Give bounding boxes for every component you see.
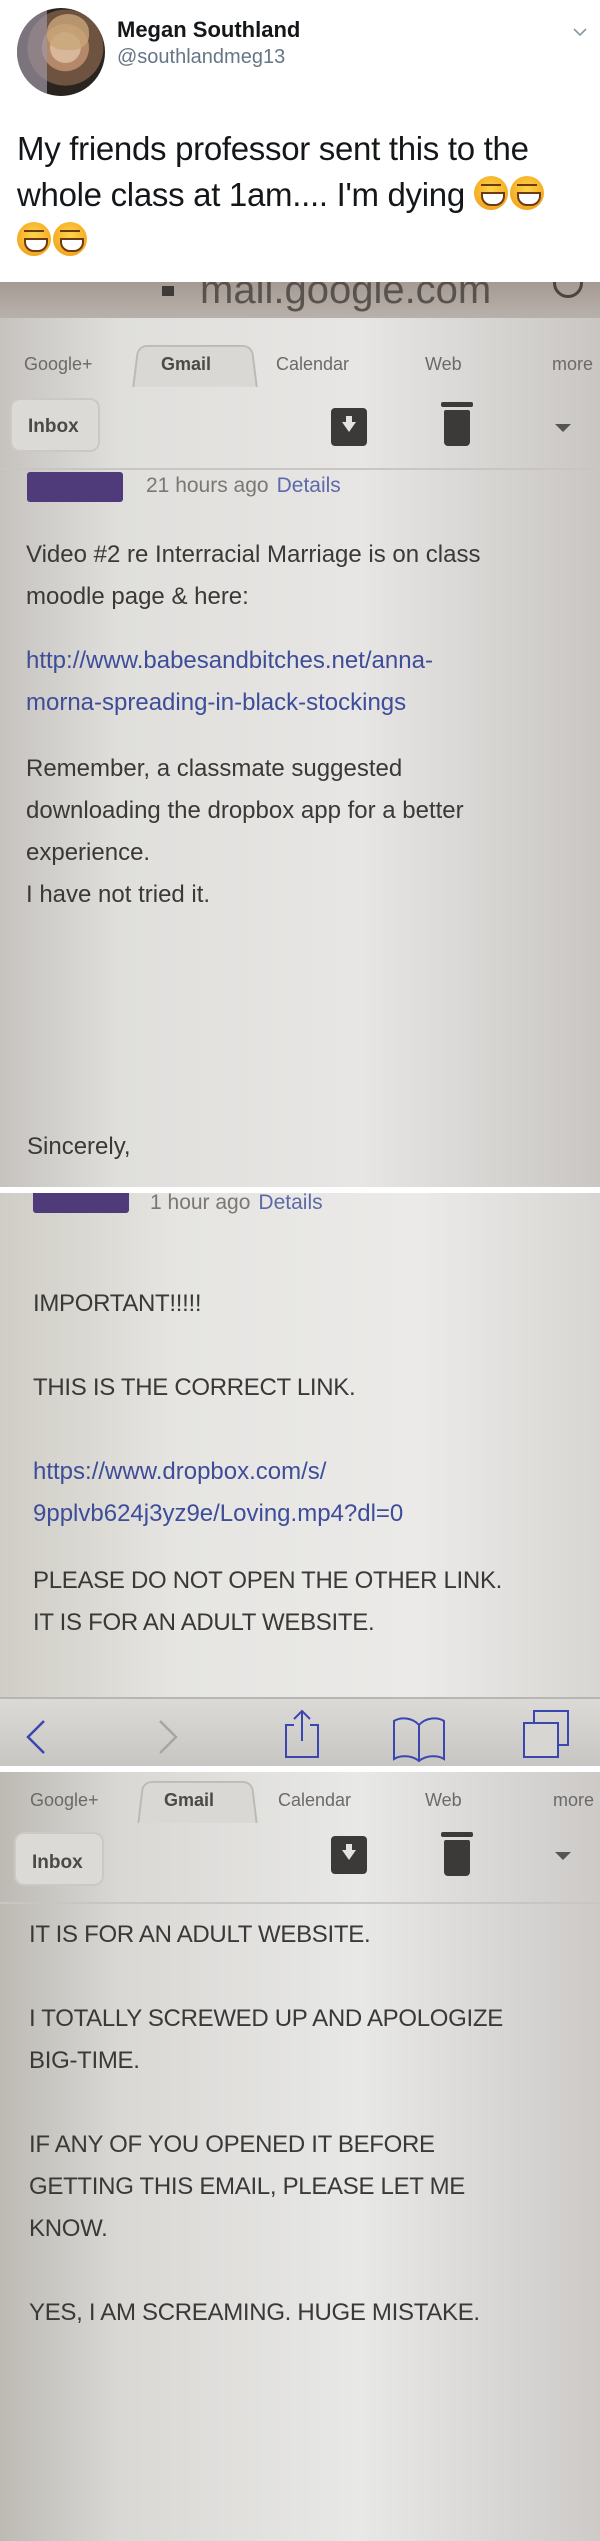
link-line[interactable]: http://www.babesandbitches.net/anna- [26,640,586,682]
inbox-button[interactable]: Inbox [14,1832,104,1886]
share-icon[interactable] [282,1707,322,1759]
email-link-wrong[interactable]: http://www.babesandbitches.net/anna- mor… [26,640,586,724]
tweet-header: Megan Southland @southlandmeg13 My frien… [0,0,600,282]
avatar[interactable] [17,8,105,96]
body-line: PLEASE DO NOT OPEN THE OTHER LINK. [33,1567,503,1594]
tweet-text: My friends professor sent this to the wh… [17,126,587,264]
details-link[interactable]: Details [277,474,341,497]
tab-google-plus[interactable]: Google+ [30,1790,99,1811]
archive-icon[interactable] [331,408,367,446]
inbox-button[interactable]: Inbox [10,398,100,452]
body-line: BIG-TIME. [29,2047,140,2074]
tab-more[interactable]: more [553,1790,594,1811]
tears-of-joy-emoji-icon [53,222,87,256]
body-line: Video #2 re Interracial Marriage is on c… [26,541,481,568]
link-line[interactable]: morna-spreading-in-black-stockings [26,682,586,724]
email-closing: Sincerely, [27,1133,131,1160]
tab-calendar[interactable]: Calendar [276,354,349,375]
closing-text: YES, I AM SCREAMING. HUGE MISTAKE. [29,2299,480,2326]
tab-google-plus[interactable]: Google+ [24,354,93,375]
lock-icon [162,286,174,296]
divider [0,1902,600,1904]
gmail-tabs: Google+ Gmail Calendar Web more [0,342,600,387]
body-line: GETTING THIS EMAIL, PLEASE LET ME [29,2173,465,2200]
tab-more[interactable]: more [552,354,593,375]
url-text: mail.google.com [200,282,492,312]
divider [0,468,600,470]
tears-of-joy-emoji-icon [509,176,544,210]
trash-icon[interactable] [441,402,473,446]
display-name[interactable]: Megan Southland [117,17,300,43]
email-link-correct[interactable]: https://www.dropbox.com/s/ 9pplvb624j3yz… [33,1451,593,1535]
email-meta: 1 hour ago Details [150,1193,323,1215]
tweet-text-body: My friends professor sent this to the wh… [17,130,529,213]
gmail-tabs: Google+ Gmail Calendar Web more [0,1778,600,1823]
apology-text: I TOTALLY SCREWED UP AND APOLOGIZE BIG-T… [29,1998,589,2082]
body-line: moodle page & here: [26,583,249,610]
correct-link-label: THIS IS THE CORRECT LINK. [33,1374,356,1401]
body-line: experience. [26,839,151,866]
back-icon[interactable] [24,1719,48,1755]
body-line: downloading the dropbox app for a better [26,797,464,824]
trash-icon[interactable] [441,1832,473,1876]
email-line: IT IS FOR AN ADULT WEBSITE. [29,1921,371,1948]
email-time: 1 hour ago [150,1193,251,1214]
link-line[interactable]: 9pplvb624j3yz9e/Loving.mp4?dl=0 [33,1493,593,1535]
link-line[interactable]: https://www.dropbox.com/s/ [33,1451,593,1493]
email-screenshot-1: mail.google.com Google+ Gmail Calendar W… [0,282,600,1187]
sender-redacted-block [27,472,123,502]
request-text: IF ANY OF YOU OPENED IT BEFORE GETTING T… [29,2124,589,2250]
safari-toolbar [0,1697,600,1766]
email-body-dropbox-note: Remember, a classmate suggested download… [26,748,586,916]
tears-of-joy-emoji-icon [473,176,508,210]
tab-web[interactable]: Web [425,354,462,375]
dropdown-icon[interactable] [555,424,571,432]
browser-url-bar[interactable]: mail.google.com [0,282,600,318]
forward-icon[interactable] [156,1719,180,1755]
body-line: KNOW. [29,2215,108,2242]
email-meta: 21 hours ago Details [146,474,341,498]
email-time: 21 hours ago [146,474,269,497]
tabs-icon[interactable] [522,1709,570,1759]
body-line: Remember, a classmate suggested [26,755,403,782]
tab-gmail[interactable]: Gmail [161,354,211,375]
body-line: I have not tried it. [26,881,211,908]
chevron-down-icon[interactable] [572,24,588,40]
sender-redacted-block [33,1193,129,1213]
details-link[interactable]: Details [258,1193,322,1214]
dropdown-icon[interactable] [555,1852,571,1860]
mail-toolbar: Inbox [0,1822,600,1892]
body-line: I TOTALLY SCREWED UP AND APOLOGIZE [29,2005,503,2032]
important-heading: IMPORTANT!!!!! [33,1290,202,1317]
tab-calendar[interactable]: Calendar [278,1790,351,1811]
bookmarks-icon[interactable] [392,1715,446,1763]
tab-web[interactable]: Web [425,1790,462,1811]
mail-toolbar: Inbox [0,388,600,458]
tears-of-joy-emoji-icon [17,222,51,256]
email-screenshot-3: Google+ Gmail Calendar Web more Inbox IT… [0,1772,600,2541]
archive-icon[interactable] [331,1836,367,1874]
body-line: IT IS FOR AN ADULT WEBSITE. [33,1609,375,1636]
warning-text: PLEASE DO NOT OPEN THE OTHER LINK. IT IS… [33,1560,593,1644]
tab-gmail[interactable]: Gmail [164,1790,214,1811]
reload-icon[interactable] [553,282,583,298]
email-body-intro: Video #2 re Interracial Marriage is on c… [26,534,586,618]
user-handle[interactable]: @southlandmeg13 [117,46,285,69]
body-line: IF ANY OF YOU OPENED IT BEFORE [29,2131,435,2158]
email-screenshot-2: 1 hour ago Details IMPORTANT!!!!! THIS IS… [0,1193,600,1766]
